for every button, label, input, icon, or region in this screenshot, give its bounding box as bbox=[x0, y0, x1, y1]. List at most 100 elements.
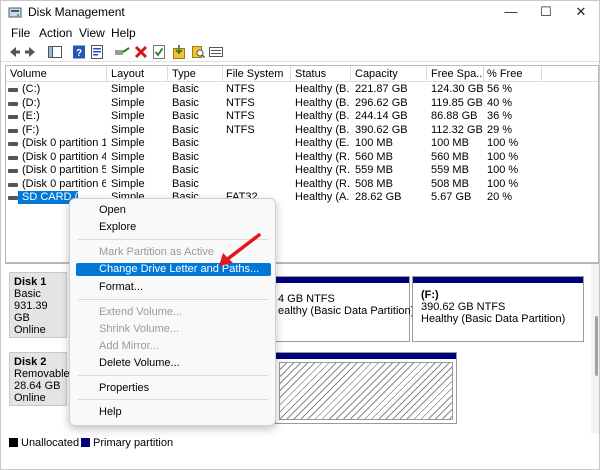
disk-management-icon bbox=[8, 7, 22, 18]
cell-volume: (D:) bbox=[22, 96, 41, 109]
disk-1-name: Disk 1 bbox=[14, 276, 47, 288]
cell-status: Healthy (B... bbox=[295, 123, 350, 136]
table-row[interactable]: (Disk 0 partition 4) Simple Basic Healthy (… bbox=[6, 150, 598, 164]
column-header-type[interactable]: Type bbox=[172, 68, 222, 80]
search-icon[interactable] bbox=[190, 44, 206, 60]
menu-item-explore[interactable]: Explore bbox=[99, 221, 136, 233]
column-header-layout[interactable]: Layout bbox=[111, 68, 167, 80]
menu-item-open[interactable]: Open bbox=[99, 204, 126, 216]
properties-icon[interactable] bbox=[89, 44, 105, 60]
cell-volume: (Disk 0 partition 4) bbox=[22, 150, 106, 163]
volume-icon bbox=[8, 169, 18, 173]
menu-item-delete-volume[interactable]: Delete Volume... bbox=[99, 357, 180, 369]
menu-item-add-mirror: Add Mirror... bbox=[99, 340, 159, 352]
cell-percent-free: 56 % bbox=[487, 83, 513, 95]
legend-unallocated: Unallocated bbox=[21, 437, 80, 449]
svg-text:?: ? bbox=[76, 48, 82, 59]
partition-header-bar bbox=[413, 277, 583, 283]
cell-status: Healthy (B... bbox=[295, 96, 350, 109]
menu-file[interactable]: File bbox=[11, 26, 30, 40]
back-arrow-icon[interactable] bbox=[6, 44, 22, 60]
disk-2-name: Disk 2 bbox=[14, 356, 47, 368]
minimize-button[interactable]: — bbox=[491, 1, 531, 23]
cell-free-space: 5.67 GB bbox=[431, 191, 472, 203]
table-row[interactable]: (Disk 0 partition 5) Simple Basic Healthy (… bbox=[6, 164, 598, 177]
column-header-percent-free[interactable]: % Free bbox=[487, 68, 539, 80]
maximize-button[interactable]: ☐ bbox=[526, 1, 566, 23]
forward-arrow-icon[interactable] bbox=[23, 44, 39, 60]
volume-list-header: Volume Layout Type File System Status Ca… bbox=[6, 66, 598, 82]
column-header-volume[interactable]: Volume bbox=[10, 68, 106, 80]
cell-type: Basic bbox=[172, 177, 199, 190]
title-bar: Disk Management — ☐ ✕ bbox=[1, 1, 599, 23]
connect-icon[interactable] bbox=[114, 44, 130, 60]
column-header-status[interactable]: Status bbox=[295, 68, 350, 80]
cell-free-space: 124.30 GB bbox=[431, 83, 483, 95]
volume-icon bbox=[8, 142, 18, 146]
cell-volume: (F:) bbox=[22, 123, 40, 136]
disk-1-partition-f[interactable]: (F:) 390.62 GB NTFS Healthy (Basic Data … bbox=[412, 276, 584, 342]
partition-f-size: 390.62 GB NTFS bbox=[421, 301, 506, 313]
cell-type: Basic bbox=[172, 110, 199, 122]
cell-capacity: 28.62 GB bbox=[355, 191, 402, 203]
menu-item-properties[interactable]: Properties bbox=[99, 382, 149, 394]
disk-1-label[interactable]: Disk 1 Basic 931.39 GB Online bbox=[9, 272, 67, 338]
partition-header-bar bbox=[276, 277, 409, 283]
volume-icon bbox=[8, 196, 18, 200]
toolbar: ? bbox=[1, 42, 599, 62]
menu-help[interactable]: Help bbox=[111, 26, 136, 40]
disk-1-state: Online bbox=[14, 324, 46, 336]
column-header-file-system[interactable]: File System bbox=[226, 68, 288, 80]
table-row[interactable]: (F:) Simple Basic NTFS Healthy (B... 390.62 G… bbox=[6, 123, 598, 137]
cell-layout: Simple bbox=[111, 150, 145, 163]
disk-2-kind: Removable bbox=[14, 368, 70, 380]
volume-icon bbox=[8, 182, 18, 187]
cell-type: Basic bbox=[172, 96, 199, 109]
cell-layout: Simple bbox=[111, 110, 145, 122]
menu-item-help[interactable]: Help bbox=[99, 406, 122, 418]
delete-icon[interactable] bbox=[133, 44, 149, 60]
menu-item-extend-volume: Extend Volume... bbox=[99, 306, 183, 318]
cell-percent-free: 100 % bbox=[487, 164, 519, 176]
column-header-free-space[interactable]: Free Spa... bbox=[431, 68, 483, 80]
checklist-icon[interactable] bbox=[151, 44, 167, 60]
menu-item-format[interactable]: Format... bbox=[99, 281, 143, 293]
import-icon[interactable] bbox=[171, 44, 187, 60]
column-header-capacity[interactable]: Capacity bbox=[355, 68, 425, 80]
disk-2-partition-sd-card[interactable] bbox=[275, 352, 457, 424]
window-title: Disk Management bbox=[28, 5, 125, 19]
primary-partition-swatch bbox=[81, 438, 90, 447]
cell-percent-free: 20 % bbox=[487, 191, 513, 203]
cell-status: Healthy (B... bbox=[295, 83, 350, 95]
cell-layout: Simple bbox=[111, 177, 145, 190]
help-icon[interactable]: ? bbox=[71, 44, 87, 60]
cell-file-system: NTFS bbox=[226, 110, 255, 122]
table-row[interactable]: (D:) Simple Basic NTFS Healthy (B... 296.62 G… bbox=[6, 96, 598, 110]
cell-capacity: 559 MB bbox=[355, 164, 393, 176]
table-row[interactable]: (C:) Simple Basic NTFS Healthy (B... 221.87 G… bbox=[6, 83, 598, 96]
cell-free-space: 100 MB bbox=[431, 137, 469, 149]
list-icon[interactable] bbox=[208, 44, 224, 60]
disk-1-partition-mid[interactable]: 4 GB NTFS ealthy (Basic Data Partition) bbox=[275, 276, 414, 342]
disk-2-state: Online bbox=[14, 392, 46, 404]
cell-percent-free: 100 % bbox=[487, 150, 519, 163]
close-button[interactable]: ✕ bbox=[561, 1, 600, 23]
console-tree-icon[interactable] bbox=[47, 44, 63, 60]
volume-icon bbox=[8, 128, 18, 133]
menu-view[interactable]: View bbox=[79, 26, 105, 40]
menu-separator bbox=[78, 299, 268, 300]
cell-type: Basic bbox=[172, 137, 199, 149]
menu-action[interactable]: Action bbox=[39, 26, 72, 40]
cell-free-space: 508 MB bbox=[431, 177, 469, 190]
scrollbar-thumb[interactable] bbox=[595, 316, 598, 376]
table-row[interactable]: (Disk 0 partition 6) Simple Basic Healthy (… bbox=[6, 177, 598, 191]
table-row[interactable]: (E:) Simple Basic NTFS Healthy (B... 244.14 G… bbox=[6, 110, 598, 123]
cell-volume: (Disk 0 partition 1) bbox=[22, 137, 106, 149]
table-row[interactable]: (Disk 0 partition 1) Simple Basic Healthy (… bbox=[6, 137, 598, 150]
partition-f-status: Healthy (Basic Data Partition) bbox=[421, 313, 566, 325]
cell-percent-free: 36 % bbox=[487, 110, 513, 122]
cell-type: Basic bbox=[172, 150, 199, 163]
disk-2-size: 28.64 GB bbox=[14, 380, 61, 392]
disk-2-label[interactable]: Disk 2 Removable 28.64 GB Online bbox=[9, 352, 70, 406]
cell-free-space: 119.85 GB bbox=[431, 96, 483, 109]
